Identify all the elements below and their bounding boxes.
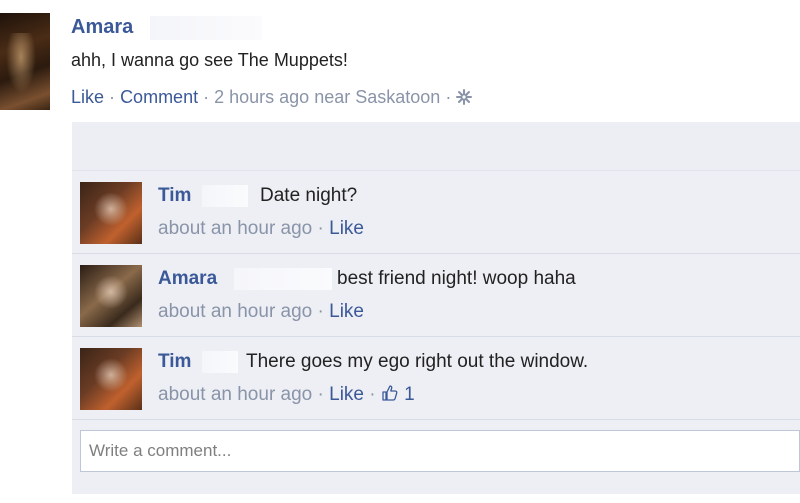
thumbs-up-icon xyxy=(381,384,399,402)
comment-author[interactable]: Tim xyxy=(158,185,191,207)
separator: · xyxy=(317,384,324,405)
name-redaction xyxy=(150,16,262,40)
like-count: 1 xyxy=(404,384,415,405)
comments-header-row xyxy=(72,122,800,171)
name-redaction xyxy=(234,268,332,290)
post-message: ahh, I wanna go see The Muppets! xyxy=(71,50,348,70)
comment-meta: about an hour ago · Like xyxy=(158,218,364,240)
comment-meta: about an hour ago · Like xyxy=(158,301,364,323)
separator: · xyxy=(317,301,324,322)
avatar[interactable] xyxy=(80,348,142,410)
comment-text: There goes my ego right out the window. xyxy=(246,351,589,372)
comment-time[interactable]: about an hour ago xyxy=(158,218,312,239)
separator: · xyxy=(369,384,376,405)
comment-like-count[interactable]: 1 xyxy=(381,384,415,405)
comment-like-link[interactable]: Like xyxy=(329,301,364,322)
comment-item: Tim Date night? about an hour ago · Like xyxy=(72,171,800,254)
comment-item: Amara best friend night! woop haha about… xyxy=(72,254,800,337)
post-author[interactable]: Amara xyxy=(71,16,133,39)
name-redaction xyxy=(202,185,248,207)
name-redaction xyxy=(202,351,238,373)
avatar[interactable] xyxy=(80,182,142,244)
gear-icon[interactable] xyxy=(456,89,473,105)
separator: · xyxy=(203,87,210,107)
comment-text: best friend night! woop haha xyxy=(337,268,576,289)
post-avatar[interactable] xyxy=(0,13,50,110)
comment-text: Date night? xyxy=(260,185,358,206)
comment-item: Tim There goes my ego right out the wind… xyxy=(72,337,800,420)
comment-author[interactable]: Tim xyxy=(158,351,191,373)
post-like-link[interactable]: Like xyxy=(71,87,104,107)
post-time-location[interactable]: 2 hours ago near Saskatoon xyxy=(214,87,440,107)
post-comment-link[interactable]: Comment xyxy=(120,87,198,107)
comment-author[interactable]: Amara xyxy=(158,268,217,290)
comment-input[interactable] xyxy=(81,431,797,471)
comment-time[interactable]: about an hour ago xyxy=(158,384,312,405)
comment-input-box[interactable] xyxy=(80,430,800,472)
comment-like-link[interactable]: Like xyxy=(329,218,364,239)
comments-section: Tim Date night? about an hour ago · Like… xyxy=(72,122,800,494)
comment-time[interactable]: about an hour ago xyxy=(158,301,312,322)
post-meta: Like · Comment · 2 hours ago near Saskat… xyxy=(71,87,473,108)
separator: · xyxy=(109,87,116,107)
comment-like-link[interactable]: Like xyxy=(329,384,364,405)
separator: · xyxy=(445,87,452,107)
avatar[interactable] xyxy=(80,265,142,327)
comment-meta: about an hour ago · Like · 1 xyxy=(158,384,415,406)
separator: · xyxy=(317,218,324,239)
